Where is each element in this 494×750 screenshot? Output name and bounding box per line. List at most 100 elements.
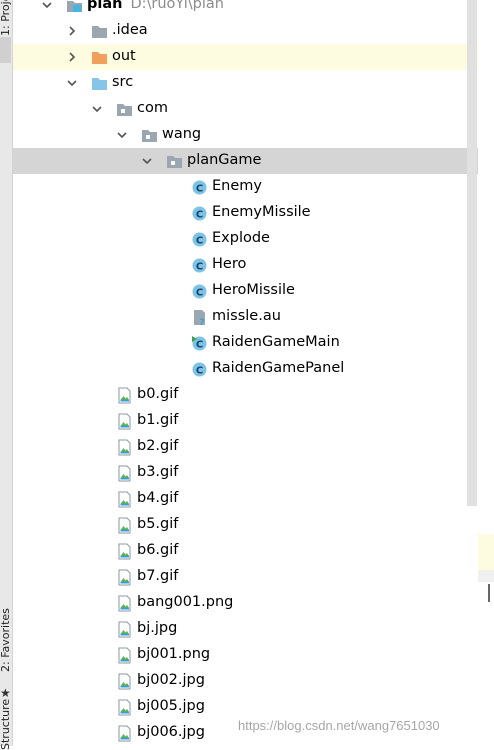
tree-row[interactable]: C RaidenGameMain	[13, 330, 478, 356]
module-folder-icon	[66, 0, 83, 14]
tree-row[interactable]: wang	[13, 122, 478, 148]
tree-item-label: b7.gif	[137, 568, 179, 584]
java-class-icon: C	[191, 257, 208, 274]
tree-item-label: wang	[162, 126, 202, 142]
tree-scrollbar[interactable]	[467, 0, 477, 506]
tree-row[interactable]: bj001.png	[13, 642, 478, 668]
tree-item-label: b1.gif	[137, 412, 179, 428]
tree-item-label: plan D:\ruoYi\plan	[87, 0, 224, 12]
svg-text:C: C	[196, 365, 203, 376]
tree-row[interactable]: C EnemyMissile	[13, 200, 478, 226]
editor-gutter-shade	[478, 570, 494, 582]
svg-text:C: C	[196, 209, 203, 220]
chevron-right-icon[interactable]	[66, 25, 78, 37]
image-file-icon	[116, 387, 133, 404]
tree-item-label: RaidenGameMain	[212, 334, 340, 350]
svg-text:C: C	[196, 183, 203, 194]
tree-row[interactable]: b3.gif	[13, 460, 478, 486]
image-file-icon	[116, 725, 133, 742]
tree-row[interactable]: C RaidenGamePanel	[13, 356, 478, 382]
image-file-icon	[116, 491, 133, 508]
tree-item-label: b2.gif	[137, 438, 179, 454]
java-main-class-icon: C	[191, 335, 208, 352]
tree-row[interactable]: out	[13, 44, 478, 70]
chevron-down-icon[interactable]	[91, 103, 103, 115]
tree-item-label: .idea	[112, 22, 148, 38]
image-file-icon	[116, 673, 133, 690]
tree-item-label: bj.jpg	[137, 620, 178, 636]
tree-item-label: b4.gif	[137, 490, 179, 506]
tree-item-label: b0.gif	[137, 386, 179, 402]
tree-item-label: bang001.png	[137, 594, 234, 610]
tree-item-label: com	[137, 100, 168, 116]
left-tool-strip: 1: Project 2: Favorites ★ Structure	[0, 0, 13, 750]
tree-row[interactable]: src	[13, 70, 478, 96]
svg-text:C: C	[196, 339, 203, 350]
image-file-icon	[116, 439, 133, 456]
tree-row[interactable]: b1.gif	[13, 408, 478, 434]
svg-text:C: C	[196, 235, 203, 246]
image-file-icon	[116, 569, 133, 586]
image-file-icon	[116, 621, 133, 638]
svg-text:C: C	[196, 287, 203, 298]
java-class-icon: C	[191, 231, 208, 248]
package-icon	[116, 101, 133, 118]
project-tool-tab-marker	[0, 37, 11, 63]
unknown-file-icon: ?	[191, 309, 208, 328]
favorites-star-icon: ★	[0, 686, 11, 700]
tree-item-label: HeroMissile	[212, 282, 295, 298]
chevron-down-icon[interactable]	[66, 77, 78, 89]
tree-row[interactable]: bj002.jpg	[13, 668, 478, 694]
tree-item-label: Explode	[212, 230, 270, 246]
watermark: https://blog.csdn.net/wang7651030	[238, 718, 440, 733]
image-file-icon	[116, 517, 133, 534]
tree-row[interactable]: .idea	[13, 18, 478, 44]
java-class-icon: C	[191, 205, 208, 222]
tree-row[interactable]: bang001.png	[13, 590, 478, 616]
tree-row[interactable]: b6.gif	[13, 538, 478, 564]
image-file-icon	[116, 413, 133, 430]
current-line-highlight	[478, 534, 494, 570]
chevron-down-icon[interactable]	[41, 0, 53, 11]
chevron-down-icon[interactable]	[116, 129, 128, 141]
text-caret	[488, 584, 490, 602]
package-icon	[166, 153, 183, 170]
tree-row[interactable]: plan D:\ruoYi\plan	[13, 0, 478, 18]
tree-row[interactable]: com	[13, 96, 478, 122]
tree-row[interactable]: b7.gif	[13, 564, 478, 590]
tree-item-label: bj001.png	[137, 646, 211, 662]
tree-row[interactable]: b5.gif	[13, 512, 478, 538]
tree-row[interactable]: b2.gif	[13, 434, 478, 460]
java-class-icon: C	[191, 179, 208, 196]
tree-row[interactable]: ? missle.au	[13, 304, 478, 330]
tree-item-label: planGame	[187, 152, 262, 168]
chevron-right-icon[interactable]	[66, 51, 78, 63]
tree-item-label: b3.gif	[137, 464, 179, 480]
tree-row[interactable]: b0.gif	[13, 382, 478, 408]
tree-row[interactable]: bj.jpg	[13, 616, 478, 642]
package-icon	[141, 127, 158, 144]
tree-item-label: RaidenGamePanel	[212, 360, 345, 376]
tree-row[interactable]: C Hero	[13, 252, 478, 278]
java-class-icon: C	[191, 361, 208, 378]
folder-orange-icon	[91, 49, 108, 66]
tree-item-label: bj006.jpg	[137, 724, 205, 740]
tree-item-label: Enemy	[212, 178, 262, 194]
favorites-tool-tab[interactable]: 2: Favorites	[0, 608, 12, 672]
tree-item-label: EnemyMissile	[212, 204, 311, 220]
tree-row[interactable]: C HeroMissile	[13, 278, 478, 304]
svg-text:C: C	[196, 261, 203, 272]
chevron-down-icon[interactable]	[141, 155, 153, 167]
tree-item-label: src	[112, 74, 134, 90]
tree-item-label: missle.au	[212, 308, 281, 324]
tree-row[interactable]: b4.gif	[13, 486, 478, 512]
tree-row[interactable]: planGame	[13, 148, 478, 174]
tree-row[interactable]: bj005.jpg	[13, 694, 478, 720]
project-tree[interactable]: plan D:\ruoYi\plan .idea out src com wang planG…	[13, 0, 478, 746]
folder-gray-icon	[91, 23, 108, 40]
tree-row[interactable]: C Explode	[13, 226, 478, 252]
tree-row[interactable]: C Enemy	[13, 174, 478, 200]
project-tool-tab[interactable]: 1: Project	[0, 0, 12, 36]
tree-item-label: Hero	[212, 256, 247, 272]
svg-text:?: ?	[199, 318, 204, 326]
